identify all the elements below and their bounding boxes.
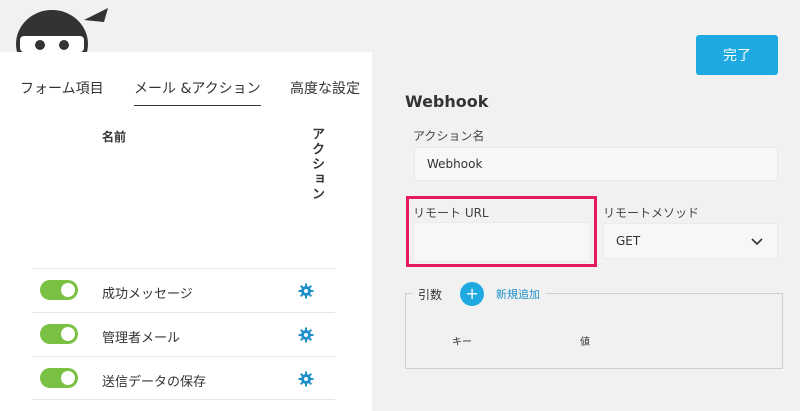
- highlight-box: [406, 196, 597, 267]
- gear-icon[interactable]: [298, 371, 314, 387]
- table-row: 管理者メール: [32, 312, 335, 356]
- enable-toggle[interactable]: [40, 324, 78, 344]
- action-name-input[interactable]: Webhook: [414, 147, 778, 181]
- add-param-button[interactable]: +: [460, 282, 485, 306]
- tab-advanced[interactable]: 高度な設定: [290, 78, 360, 98]
- param-column-value: 値: [580, 337, 590, 348]
- remote-method-select[interactable]: GET: [603, 223, 778, 259]
- enable-toggle[interactable]: [40, 368, 78, 388]
- tab-email-actions[interactable]: メール &アクション: [134, 78, 261, 106]
- toggle-knob: [61, 371, 75, 385]
- table-row: 送信データの保存: [32, 356, 335, 400]
- toggle-knob: [61, 327, 75, 341]
- row-label: 管理者メール: [102, 331, 181, 346]
- enable-toggle[interactable]: [40, 280, 78, 300]
- section-title: Webhook: [405, 92, 489, 111]
- param-column-key: キー: [452, 337, 472, 348]
- chevron-down-icon: [751, 238, 763, 246]
- params-legend-label: 引数: [418, 287, 443, 302]
- column-header-name: 名前: [102, 130, 127, 144]
- gear-icon[interactable]: [298, 327, 314, 343]
- action-name-label: アクション名: [413, 129, 485, 143]
- remote-method-label: リモートメソッド: [603, 206, 700, 220]
- row-label: 送信データの保存: [102, 375, 207, 390]
- column-header-action: アクション: [309, 127, 324, 202]
- done-button[interactable]: 完了: [696, 35, 778, 75]
- action-name-value: Webhook: [427, 157, 483, 171]
- table-row: 成功メッセージ: [32, 268, 335, 312]
- params-legend: 引数 + 新規追加: [412, 282, 547, 306]
- tab-bar: フォーム項目 メール &アクション 高度な設定: [0, 52, 372, 108]
- gear-icon[interactable]: [298, 283, 314, 299]
- add-new-link[interactable]: 新規追加: [496, 286, 540, 302]
- toggle-knob: [61, 283, 75, 297]
- row-label: 成功メッセージ: [102, 287, 193, 302]
- remote-method-value: GET: [616, 234, 641, 248]
- tab-form-fields[interactable]: フォーム項目: [20, 78, 104, 98]
- ninja-logo-icon: [0, 0, 120, 78]
- plus-icon: +: [465, 284, 479, 303]
